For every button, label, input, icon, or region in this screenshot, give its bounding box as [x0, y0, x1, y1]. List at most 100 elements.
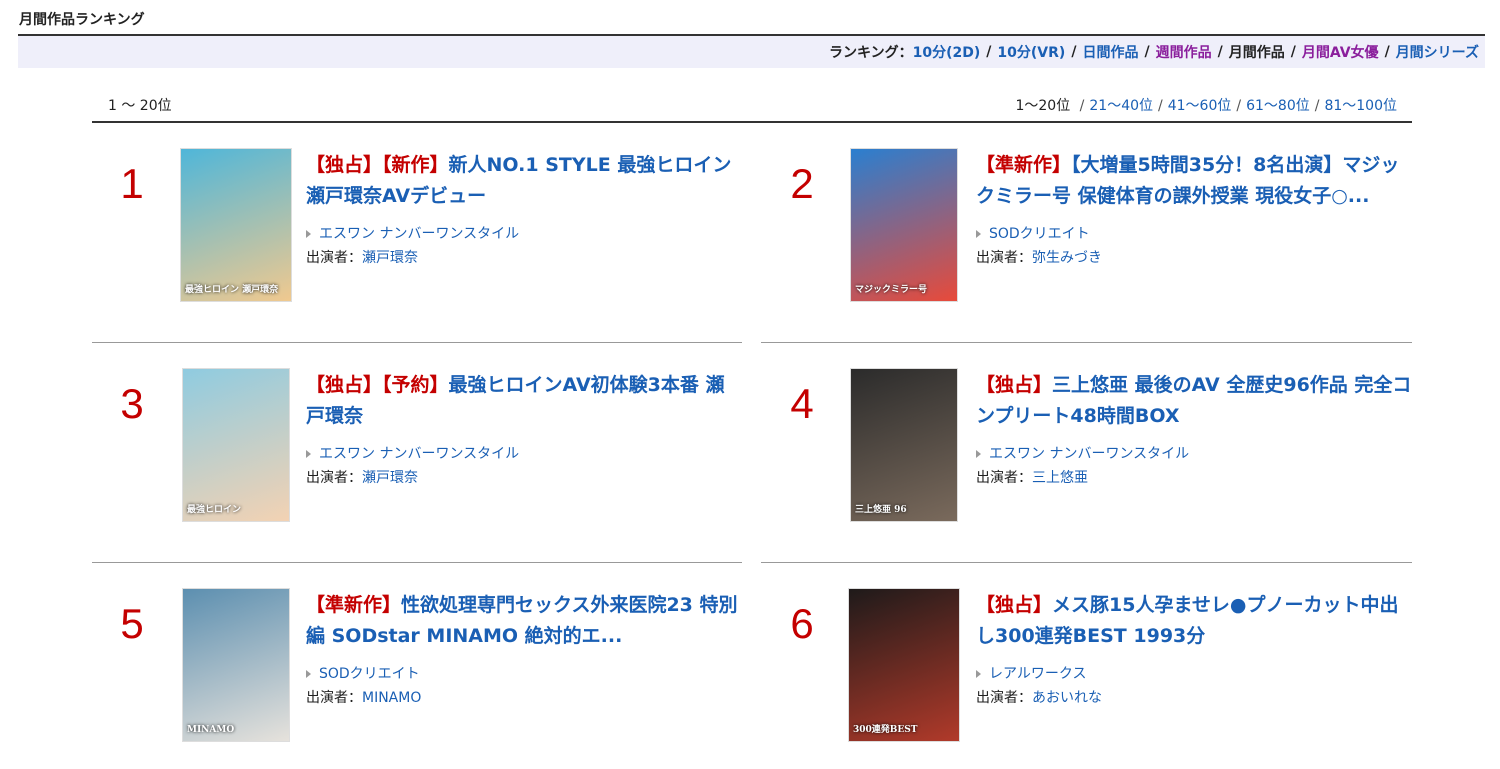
cover-text: マジックミラー号 [855, 285, 928, 295]
item-tag: 【準新作】 [306, 594, 402, 616]
nav-link-6[interactable]: 月間シリーズ [1396, 42, 1479, 62]
cast-row: 出演者：瀬戸環奈 [306, 246, 742, 270]
cast-prefix: 出演者： [976, 470, 1032, 486]
nav-link-3[interactable]: 週間作品 [1156, 42, 1212, 62]
cover-text: 最強ヒロイン [187, 505, 242, 515]
cast-link[interactable]: あおいれな [1032, 690, 1102, 706]
cover-image[interactable]: 最強ヒロイン [182, 368, 290, 522]
nav-link-2[interactable]: 日間作品 [1082, 42, 1138, 62]
item-tag: 【独占】 [306, 374, 383, 396]
pager-separator: / [1158, 98, 1163, 114]
rank-number: 1 [120, 160, 144, 207]
cast-link[interactable]: 弥生みづき [1032, 250, 1102, 266]
label-row: SODクリエイト [306, 662, 742, 686]
nav-separator: / [1384, 44, 1390, 60]
label-row: エスワン ナンバーワンスタイル [976, 442, 1412, 466]
item-tag: 【新作】 [382, 154, 449, 176]
cover-image[interactable]: 三上悠亜 96 [850, 368, 958, 522]
item-info: 【独占】メス豚15人孕ませレ●プノーカット中出し300連発BEST 1993分レ… [976, 590, 1412, 710]
cast-link[interactable]: 瀬戸環奈 [362, 470, 418, 486]
pager-current: 1〜20位 [1015, 98, 1071, 114]
item-title-link[interactable]: 【準新作】【大増量5時間35分！8名出演】マジックミラー号 保健体育の課外授業 … [976, 150, 1412, 212]
cover-text: 三上悠亜 96 [855, 505, 907, 515]
cover-text: MINAMO [187, 725, 235, 735]
maker-link[interactable]: エスワン ナンバーワンスタイル [319, 442, 519, 466]
pager-link-0[interactable]: 21〜40位 [1089, 98, 1153, 114]
ranking-nav-bar: ランキング： 10分(2D) / 10分(VR) / 日間作品 / 週間作品 / 月間作品 / 月間… [18, 36, 1485, 68]
item-title-link[interactable]: 【準新作】性欲処理専門セックス外来医院23 特別編 SODstar MINAMO… [306, 590, 742, 652]
rank-number: 6 [790, 600, 814, 647]
cover-image[interactable]: MINAMO [182, 588, 290, 742]
pager-link-2[interactable]: 61〜80位 [1246, 98, 1310, 114]
rank-number: 2 [790, 160, 814, 207]
nav-separator: / [1144, 44, 1150, 60]
rank-number: 5 [120, 600, 144, 647]
item-info: 【準新作】【大増量5時間35分！8名出演】マジックミラー号 保健体育の課外授業 … [976, 150, 1412, 270]
triangle-right-icon [306, 450, 311, 458]
nav-link-5[interactable]: 月間AV女優 [1302, 42, 1379, 62]
ranking-item: 1 最強ヒロイン 瀬戸環奈 【独占】【新作】新人NO.1 STYLE 最強ヒロイン瀬… [92, 148, 742, 348]
item-title-link[interactable]: 【独占】三上悠亜 最後のAV 全歴史96作品 完全コンプリート48時間BOX [976, 370, 1412, 432]
cover-image[interactable]: マジックミラー号 [850, 148, 958, 302]
label-row: レアルワークス [976, 662, 1412, 686]
cover-image[interactable]: 300連発BEST [848, 588, 960, 742]
cast-row: 出演者：弥生みづき [976, 246, 1412, 270]
cast-link[interactable]: 瀬戸環奈 [362, 250, 418, 266]
nav-link-1[interactable]: 10分(VR) [997, 42, 1065, 62]
maker-link[interactable]: レアルワークス [989, 662, 1086, 686]
label-row: エスワン ナンバーワンスタイル [306, 442, 742, 466]
cast-prefix: 出演者： [976, 690, 1032, 706]
maker-link[interactable]: エスワン ナンバーワンスタイル [319, 222, 519, 246]
triangle-right-icon [976, 450, 981, 458]
cast-prefix: 出演者： [306, 250, 362, 266]
nav-link-0[interactable]: 10分(2D) [913, 42, 981, 62]
ranking-item: 3 最強ヒロイン 【独占】【予約】最強ヒロインAV初体験3本番 瀬戸環奈エスワン ナ… [92, 368, 742, 568]
triangle-right-icon [976, 230, 981, 238]
item-tag: 【準新作】 [976, 154, 1072, 176]
ranking-item: 4 三上悠亜 96 【独占】三上悠亜 最後のAV 全歴史96作品 完全コンプリート4… [762, 368, 1412, 568]
range-label: 1 〜 20位 [108, 98, 172, 114]
cast-link[interactable]: 三上悠亜 [1032, 470, 1088, 486]
item-tag: 【独占】 [976, 374, 1053, 396]
triangle-right-icon [306, 670, 311, 678]
rank-number: 3 [120, 380, 144, 427]
row-divider [92, 342, 742, 343]
label-row: エスワン ナンバーワンスタイル [306, 222, 742, 246]
cast-row: 出演者：あおいれな [976, 686, 1412, 710]
nav-separator: / [1290, 44, 1296, 60]
cover-text: 300連発BEST [853, 725, 918, 735]
maker-link[interactable]: SODクリエイト [319, 662, 420, 686]
pager-link-3[interactable]: 81〜100位 [1324, 98, 1397, 114]
item-tag: 【予約】 [382, 374, 449, 396]
cast-prefix: 出演者： [976, 250, 1032, 266]
cast-link[interactable]: MINAMO [362, 690, 421, 706]
item-info: 【準新作】性欲処理専門セックス外来医院23 特別編 SODstar MINAMO… [306, 590, 742, 710]
row-divider [92, 562, 742, 563]
item-info: 【独占】【予約】最強ヒロインAV初体験3本番 瀬戸環奈エスワン ナンバーワンスタ… [306, 370, 742, 490]
maker-link[interactable]: エスワン ナンバーワンスタイル [989, 442, 1189, 466]
item-title-link[interactable]: 【独占】【新作】新人NO.1 STYLE 最強ヒロイン瀬戸環奈AVデビュー [306, 150, 742, 212]
cast-row: 出演者：MINAMO [306, 686, 742, 710]
item-info: 【独占】三上悠亜 最後のAV 全歴史96作品 完全コンプリート48時間BOX エス… [976, 370, 1412, 490]
triangle-right-icon [976, 670, 981, 678]
ranking-item: 6 300連発BEST 【独占】メス豚15人孕ませレ●プノーカット中出し300連発B… [762, 588, 1412, 769]
cover-text: 最強ヒロイン 瀬戸環奈 [185, 285, 279, 295]
item-tag: 【独占】 [976, 594, 1053, 616]
item-title-link[interactable]: 【独占】【予約】最強ヒロインAV初体験3本番 瀬戸環奈 [306, 370, 742, 432]
nav-separator: / [1071, 44, 1077, 60]
item-info: 【独占】【新作】新人NO.1 STYLE 最強ヒロイン瀬戸環奈AVデビューエスワ… [306, 150, 742, 270]
cast-row: 出演者：瀬戸環奈 [306, 466, 742, 490]
nav-separator: / [1217, 44, 1223, 60]
cover-image[interactable]: 最強ヒロイン 瀬戸環奈 [180, 148, 292, 302]
cast-row: 出演者：三上悠亜 [976, 466, 1412, 490]
cast-prefix: 出演者： [306, 690, 362, 706]
pager-link-1[interactable]: 41〜60位 [1168, 98, 1232, 114]
item-tag: 【独占】 [306, 154, 383, 176]
item-title-link[interactable]: 【独占】メス豚15人孕ませレ●プノーカット中出し300連発BEST 1993分 [976, 590, 1412, 652]
maker-link[interactable]: SODクリエイト [989, 222, 1090, 246]
triangle-right-icon [306, 230, 311, 238]
row-divider [761, 562, 1412, 563]
label-row: SODクリエイト [976, 222, 1412, 246]
row-divider [761, 342, 1412, 343]
ranking-item: 5 MINAMO 【準新作】性欲処理専門セックス外来医院23 特別編 SODstar… [92, 588, 742, 769]
